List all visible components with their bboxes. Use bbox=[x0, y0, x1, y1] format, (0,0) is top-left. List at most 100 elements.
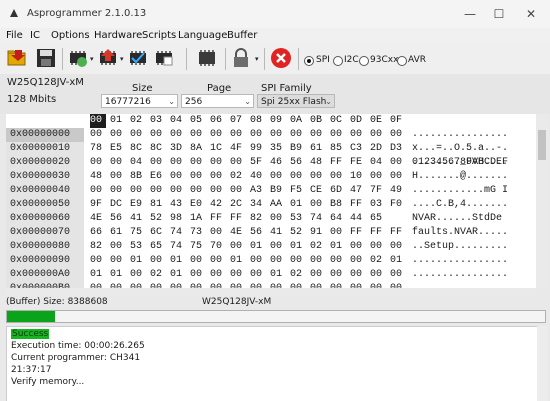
hex-row[interactable]: 0x00000090 00 00 01 00 01 00 00 01 00 00 00 00 00 00 02… bbox=[6, 254, 536, 268]
hex-byte[interactable]: 53 bbox=[130, 240, 146, 254]
hex-byte[interactable]: 00 bbox=[90, 254, 106, 268]
hex-byte[interactable]: B9 bbox=[290, 142, 306, 156]
hex-byte[interactable]: 56 bbox=[110, 212, 126, 226]
hex-ascii[interactable]: x...=..O.5.a..-. bbox=[412, 142, 508, 156]
spi-family-combo[interactable]: Spi 25xx Flash ⌄ bbox=[257, 94, 335, 108]
hex-byte[interactable]: 00 bbox=[110, 128, 126, 142]
read-dropdown-icon[interactable]: ▾ bbox=[90, 55, 94, 63]
hex-ascii[interactable]: ................ bbox=[412, 268, 508, 282]
hex-byte[interactable]: 00 bbox=[190, 254, 206, 268]
hex-row[interactable]: 0x000000A0 01 01 00 02 01 00 00 00 00 01 02 00 00 00 00… bbox=[6, 268, 536, 282]
hex-row[interactable]: 0x00000060 4E 56 41 52 98 1A FF FF 82 00 53 74 64 44 65… bbox=[6, 212, 536, 226]
hex-byte[interactable]: 00 bbox=[210, 226, 226, 240]
hex-row[interactable]: 0x00000030 48 00 8B E6 00 00 00 02 40 00 00 00 00 10 00… bbox=[6, 170, 536, 184]
scroll-thumb[interactable] bbox=[538, 130, 546, 160]
hex-byte[interactable]: 00 bbox=[270, 212, 286, 226]
hex-byte[interactable]: 00 bbox=[210, 170, 226, 184]
hex-byte[interactable]: 3D bbox=[170, 142, 186, 156]
hex-byte[interactable]: 00 bbox=[370, 240, 386, 254]
hex-byte[interactable]: 4F bbox=[230, 142, 246, 156]
hex-byte[interactable]: 00 bbox=[150, 156, 166, 170]
hex-byte[interactable]: 00 bbox=[330, 268, 346, 282]
hex-byte[interactable]: 00 bbox=[330, 226, 346, 240]
hex-byte[interactable]: 01 bbox=[270, 268, 286, 282]
hex-byte[interactable]: E6 bbox=[150, 170, 166, 184]
hex-byte[interactable]: 8C bbox=[150, 142, 166, 156]
hex-byte[interactable]: 8C bbox=[130, 142, 146, 156]
hex-byte[interactable]: 91 bbox=[310, 226, 326, 240]
hex-byte[interactable]: 04 bbox=[130, 156, 146, 170]
hex-byte[interactable]: 65 bbox=[370, 212, 386, 226]
hex-row[interactable]: 0x00000010 78 E5 8C 8C 3D 8A 1C 4F 99 35 B9 61 85 C3 2D… bbox=[6, 142, 536, 156]
hex-byte[interactable]: 01 bbox=[290, 198, 306, 212]
hex-ascii[interactable]: faults.NVAR..... bbox=[412, 226, 508, 240]
hex-byte[interactable]: 74 bbox=[170, 226, 186, 240]
hex-byte[interactable]: 02 bbox=[370, 254, 386, 268]
hex-byte[interactable]: 00 bbox=[190, 170, 206, 184]
hex-byte[interactable]: 00 bbox=[210, 268, 226, 282]
hex-byte[interactable]: 00 bbox=[290, 170, 306, 184]
hex-editor[interactable]: 00 01 02 03 04 05 06 07 08 09 0A 0B 0C 0D 0E 0F 0123456… bbox=[6, 114, 536, 288]
hex-row[interactable]: 0x00000050 9F DC E9 81 43 E0 42 2C 34 AA 01 00 B8 FF 03… bbox=[6, 198, 536, 212]
chip-info-icon[interactable] bbox=[196, 47, 218, 69]
hex-byte[interactable]: 00 bbox=[110, 254, 126, 268]
hex-row[interactable]: 0x00000070 66 61 75 6C 74 73 00 4E 56 41 52 91 00 FF FF… bbox=[6, 226, 536, 240]
hex-byte[interactable]: 00 bbox=[170, 170, 186, 184]
hex-byte[interactable]: 00 bbox=[110, 184, 126, 198]
hex-byte[interactable]: 56 bbox=[250, 226, 266, 240]
verify-chip-icon[interactable] bbox=[127, 47, 149, 69]
hex-byte[interactable]: 61 bbox=[310, 142, 326, 156]
hex-ascii[interactable]: ........_FVH.... bbox=[412, 156, 508, 170]
hex-row[interactable]: 0x00000020 00 00 04 00 00 00 00 00 5F 46 56 48 FF FE 04… bbox=[6, 156, 536, 170]
hex-byte[interactable]: 56 bbox=[290, 156, 306, 170]
hex-horizontal-scrollbar[interactable] bbox=[6, 288, 536, 296]
hex-byte[interactable]: 99 bbox=[250, 142, 266, 156]
hex-byte[interactable]: 00 bbox=[210, 184, 226, 198]
hex-byte[interactable]: 00 bbox=[110, 170, 126, 184]
hex-byte[interactable]: 98 bbox=[170, 212, 186, 226]
hex-byte[interactable]: 00 bbox=[210, 254, 226, 268]
hex-byte[interactable]: 03 bbox=[370, 198, 386, 212]
hex-vertical-scrollbar[interactable] bbox=[536, 114, 548, 288]
hex-byte[interactable]: 00 bbox=[270, 240, 286, 254]
hex-byte[interactable]: 00 bbox=[370, 268, 386, 282]
hex-byte[interactable]: 00 bbox=[310, 254, 326, 268]
hex-byte[interactable]: 00 bbox=[290, 128, 306, 142]
hex-byte[interactable]: 4E bbox=[230, 226, 246, 240]
hex-byte[interactable]: 10 bbox=[350, 170, 366, 184]
hex-byte[interactable]: 00 bbox=[290, 254, 306, 268]
hex-byte[interactable]: 49 bbox=[390, 184, 406, 198]
hex-byte[interactable]: 00 bbox=[210, 156, 226, 170]
hex-byte[interactable]: 00 bbox=[310, 170, 326, 184]
protocol-i2c-radio[interactable] bbox=[333, 56, 343, 66]
hex-byte[interactable]: 8A bbox=[190, 142, 206, 156]
hex-byte[interactable]: 82 bbox=[90, 240, 106, 254]
hex-byte[interactable]: 00 bbox=[350, 268, 366, 282]
hex-byte[interactable]: 01 bbox=[90, 268, 106, 282]
hex-byte[interactable]: 52 bbox=[150, 212, 166, 226]
protocol-93cxx-radio[interactable] bbox=[359, 56, 369, 66]
hex-byte[interactable]: 00 bbox=[130, 268, 146, 282]
hex-byte[interactable]: 00 bbox=[230, 240, 246, 254]
hex-byte[interactable]: 41 bbox=[270, 226, 286, 240]
hex-byte[interactable]: 00 bbox=[90, 156, 106, 170]
hex-byte[interactable]: 81 bbox=[150, 198, 166, 212]
hex-byte[interactable]: 82 bbox=[250, 212, 266, 226]
hex-byte[interactable]: FF bbox=[370, 226, 386, 240]
hex-byte[interactable]: D3 bbox=[390, 142, 406, 156]
hex-byte[interactable]: 52 bbox=[290, 226, 306, 240]
hex-byte[interactable]: 66 bbox=[90, 226, 106, 240]
hex-byte[interactable]: 00 bbox=[350, 128, 366, 142]
hex-byte[interactable]: 00 bbox=[130, 128, 146, 142]
hex-byte[interactable]: 00 bbox=[390, 170, 406, 184]
hex-byte[interactable]: 74 bbox=[310, 212, 326, 226]
hex-byte[interactable]: 43 bbox=[170, 198, 186, 212]
hex-byte[interactable]: 6C bbox=[150, 226, 166, 240]
hex-ascii[interactable]: ..Setup......... bbox=[412, 240, 508, 254]
hex-byte[interactable]: CE bbox=[310, 184, 326, 198]
hex-byte[interactable]: F0 bbox=[390, 198, 406, 212]
protocol-avr-radio[interactable] bbox=[397, 56, 407, 66]
hex-byte[interactable]: 00 bbox=[390, 128, 406, 142]
read-chip-icon[interactable] bbox=[67, 47, 89, 69]
hex-byte[interactable]: 01 bbox=[230, 254, 246, 268]
